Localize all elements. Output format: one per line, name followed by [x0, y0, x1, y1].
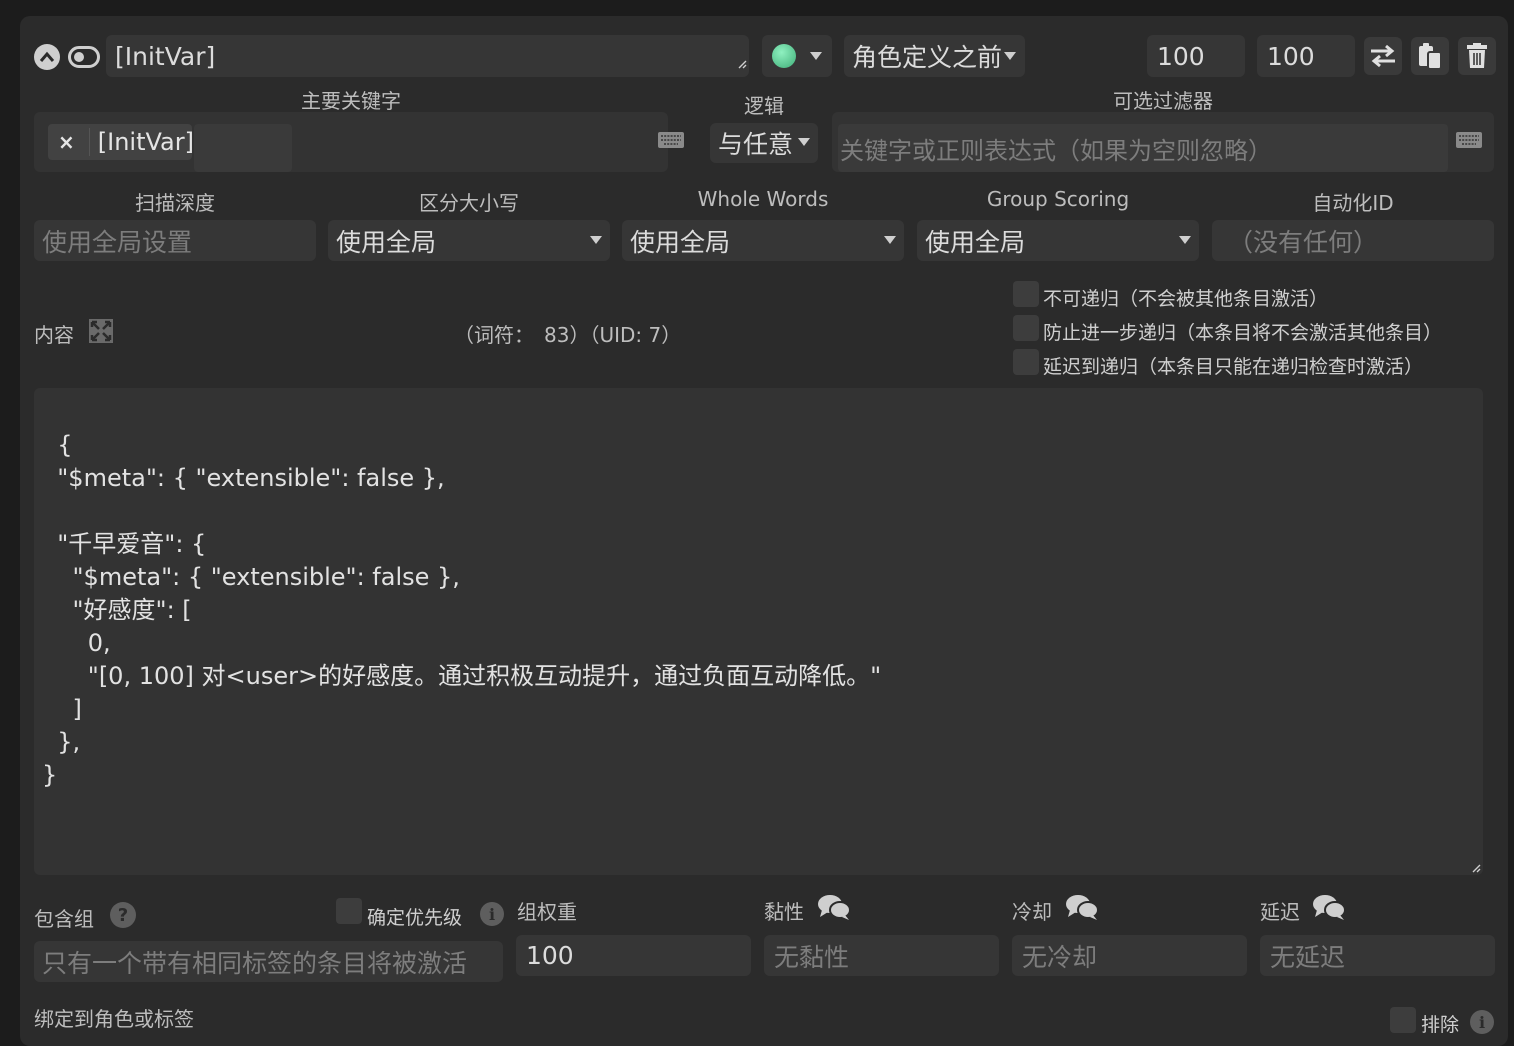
- chevron-down-icon: [798, 138, 810, 146]
- group-scoring-label: Group Scoring: [986, 187, 1130, 211]
- delay-input[interactable]: 无延迟: [1260, 935, 1495, 976]
- logic-label: 逻辑: [744, 94, 784, 118]
- prevent-recursion-label: 防止进一步递归（本条目将不会激活其他条目）: [1043, 322, 1443, 344]
- primary-keywords-label: 主要关键字: [301, 89, 401, 113]
- content-label: 内容: [34, 323, 74, 347]
- sticky-input[interactable]: 无黏性: [764, 935, 999, 976]
- group-scoring-select[interactable]: 使用全局: [917, 220, 1199, 261]
- group-weight-label: 组权重: [517, 900, 577, 924]
- entry-title-input[interactable]: [InitVar]: [106, 35, 749, 77]
- whole-words-label: Whole Words: [697, 187, 829, 211]
- move-entry-button[interactable]: [1364, 37, 1402, 75]
- chevron-down-icon: [810, 52, 822, 60]
- resize-handle-icon[interactable]: [1440, 863, 1481, 873]
- delay-recursion-label: 延迟到递归（本条目只能在递归检查时激活）: [1043, 356, 1424, 378]
- comments-icon: [1065, 893, 1099, 925]
- order-input[interactable]: 100: [1147, 35, 1245, 77]
- swap-arrows-icon: [1371, 44, 1395, 68]
- logic-select[interactable]: 与任意: [710, 123, 818, 163]
- cooldown-input[interactable]: 无冷却: [1012, 935, 1247, 976]
- scan-depth-label: 扫描深度: [135, 191, 215, 215]
- expand-editor-icon[interactable]: [89, 319, 113, 347]
- info-icon[interactable]: i: [480, 902, 504, 926]
- keyboard-icon[interactable]: [1456, 132, 1482, 152]
- enable-toggle-icon[interactable]: [68, 46, 100, 68]
- duplicate-entry-button[interactable]: [1411, 37, 1449, 75]
- group-weight-input[interactable]: 100: [516, 935, 751, 976]
- delay-recursion-checkbox[interactable]: [1013, 349, 1039, 375]
- scan-depth-input[interactable]: 使用全局设置: [34, 220, 316, 261]
- remove-tag-icon[interactable]: ×: [58, 130, 75, 154]
- keyword-tag: × [InitVar]: [48, 124, 194, 160]
- comments-icon: [1312, 893, 1346, 925]
- inclusion-group-label: 包含组: [34, 907, 94, 931]
- delete-entry-button[interactable]: [1458, 37, 1496, 75]
- exclude-checkbox[interactable]: [1390, 1007, 1416, 1033]
- case-sensitive-select[interactable]: 使用全局: [328, 220, 610, 261]
- automation-id-input[interactable]: （没有任何）: [1212, 220, 1494, 261]
- delay-label: 延迟: [1260, 900, 1300, 924]
- resize-handle-icon[interactable]: [737, 46, 747, 75]
- chevron-down-icon: [1179, 236, 1191, 244]
- primary-keywords-field[interactable]: × [InitVar]: [34, 112, 684, 172]
- exclude-label: 排除: [1421, 1014, 1460, 1036]
- prioritize-checkbox[interactable]: [336, 898, 362, 924]
- non-recursable-label: 不可递归（不会被其他条目激活）: [1043, 288, 1329, 310]
- bind-character-label: 绑定到角色或标签: [34, 1007, 194, 1031]
- help-icon[interactable]: ?: [110, 902, 136, 928]
- case-sensitive-label: 区分大小写: [419, 191, 519, 215]
- status-dot-icon: [772, 44, 796, 68]
- paste-icon: [1419, 43, 1442, 70]
- automation-id-label: 自动化ID: [1312, 191, 1394, 215]
- optional-filter-field[interactable]: 关键字或正则表达式（如果为空则忽略）: [832, 112, 1494, 172]
- filter-search-input[interactable]: 关键字或正则表达式（如果为空则忽略）: [838, 124, 1448, 172]
- content-editor[interactable]: { "$meta": { "extensible": false }, "千早爱…: [34, 388, 1483, 875]
- status-select[interactable]: [762, 35, 832, 77]
- cooldown-label: 冷却: [1012, 900, 1052, 924]
- collapse-toggle-icon[interactable]: [34, 44, 60, 70]
- position-select[interactable]: 角色定义之前: [844, 35, 1025, 77]
- chevron-down-icon: [1004, 52, 1016, 60]
- probability-input[interactable]: 100: [1257, 35, 1355, 77]
- keyboard-icon[interactable]: [658, 132, 684, 152]
- info-icon[interactable]: i: [1470, 1010, 1494, 1034]
- chevron-down-icon: [590, 236, 602, 244]
- token-uid-info: （词符： 83）（UID: 7）: [454, 323, 682, 347]
- optional-filter-label: 可选过滤器: [1113, 89, 1213, 113]
- whole-words-select[interactable]: 使用全局: [622, 220, 904, 261]
- non-recursable-checkbox[interactable]: [1013, 281, 1039, 307]
- trash-icon: [1467, 43, 1487, 68]
- comments-icon: [817, 893, 851, 925]
- chevron-down-icon: [884, 236, 896, 244]
- prevent-recursion-checkbox[interactable]: [1013, 315, 1039, 341]
- prioritize-label: 确定优先级: [367, 907, 463, 929]
- inclusion-group-input[interactable]: 只有一个带有相同标签的条目将被激活: [34, 941, 503, 982]
- keyword-search-input[interactable]: [194, 124, 292, 172]
- sticky-label: 黏性: [764, 900, 804, 924]
